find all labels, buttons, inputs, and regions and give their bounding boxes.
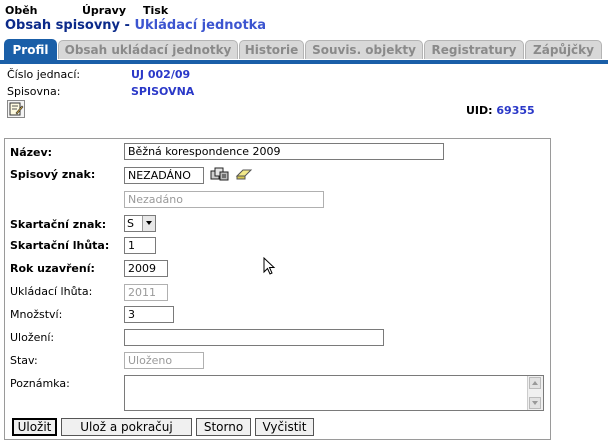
spisovna-label: Spisovna: — [7, 85, 61, 98]
cancel-button[interactable]: Storno — [196, 418, 251, 436]
menu-item-obeh[interactable]: Oběh — [5, 4, 38, 17]
eraser-button[interactable] — [235, 168, 253, 183]
rok-uzavreni-input[interactable]: 2009 — [124, 260, 168, 277]
uid-value: 69355 — [496, 104, 535, 117]
spisovy-znak-label: Spisový znak: — [10, 168, 96, 181]
cislo-jednaci-label: Číslo jednací: — [7, 68, 81, 81]
tab-historie[interactable]: Historie — [239, 40, 304, 59]
poznamka-label: Poznámka: — [10, 377, 70, 390]
nazev-label: Název: — [10, 146, 53, 159]
skartacni-lhuta-input[interactable]: 1 — [124, 237, 156, 254]
tab-profil[interactable]: Profil — [4, 39, 57, 60]
cislo-jednaci-value: UJ 002/09 — [131, 68, 191, 81]
title-main: Obsah spisovny — [5, 18, 121, 33]
mnozstvi-label: Množství: — [10, 308, 63, 321]
save-button[interactable]: Uložit — [12, 418, 57, 436]
scroll-down-icon[interactable] — [529, 397, 541, 409]
mouse-cursor-icon — [263, 257, 276, 275]
menu-item-tisk[interactable]: Tisk — [143, 4, 168, 17]
skartacni-znak-value: S — [127, 217, 134, 230]
skartacni-znak-select[interactable]: S — [124, 215, 156, 232]
nazev-input[interactable]: Běžná korespondence 2009 — [124, 143, 444, 160]
uid: UID: 69355 — [466, 104, 535, 117]
tab-obsah-ukladaci-jednotky[interactable]: Obsah ukládací jednotky — [58, 40, 238, 59]
tab-zapujcky[interactable]: Zápůjčky — [525, 40, 602, 59]
textarea-scrollbar[interactable] — [527, 376, 543, 410]
edit-button[interactable] — [7, 100, 25, 118]
ulozeni-label: Uložení: — [10, 331, 55, 344]
lookup-button[interactable] — [210, 166, 230, 185]
lookup-icon — [210, 167, 229, 181]
spisovy-znak-input[interactable]: NEZADÁNO — [124, 167, 204, 184]
edit-icon — [9, 102, 24, 116]
stav-input: Uloženo — [124, 352, 204, 369]
eraser-icon — [235, 169, 253, 180]
title-separator: - — [120, 18, 135, 33]
tab-registratury[interactable]: Registratury — [424, 40, 524, 59]
rok-uzavreni-label: Rok uzavření: — [10, 262, 95, 275]
uid-label: UID: — [466, 104, 493, 117]
tab-souvis-objekty[interactable]: Souvis. objekty — [305, 40, 423, 59]
title-sub: Ukládací jednotka — [134, 18, 267, 33]
save-continue-button[interactable]: Ulož a pokračuj — [61, 418, 192, 436]
skartacni-znak-label: Skartační znak: — [10, 218, 107, 231]
spisovna-value: SPISOVNA — [131, 85, 195, 98]
page-title: Obsah spisovny - Ukládací jednotka — [5, 18, 266, 33]
tab-bar: Profil Obsah ukládací jednotky Historie … — [0, 38, 608, 64]
stav-label: Stav: — [10, 354, 38, 367]
ukladaci-lhuta-input: 2011 — [124, 284, 168, 301]
menu-item-upravy[interactable]: Úpravy — [82, 4, 126, 17]
clear-button[interactable]: Vyčistit — [255, 418, 314, 436]
scroll-up-icon[interactable] — [529, 377, 541, 389]
chevron-down-icon[interactable] — [142, 216, 155, 231]
poznamka-textarea[interactable] — [124, 375, 544, 411]
mnozstvi-input[interactable]: 3 — [124, 306, 174, 323]
ukladaci-lhuta-label: Ukládací lhůta: — [10, 285, 93, 298]
ulozeni-input[interactable] — [124, 329, 384, 346]
spisovy-znak-description: Nezadáno — [124, 191, 324, 208]
skartacni-lhuta-label: Skartační lhůta: — [10, 239, 110, 252]
